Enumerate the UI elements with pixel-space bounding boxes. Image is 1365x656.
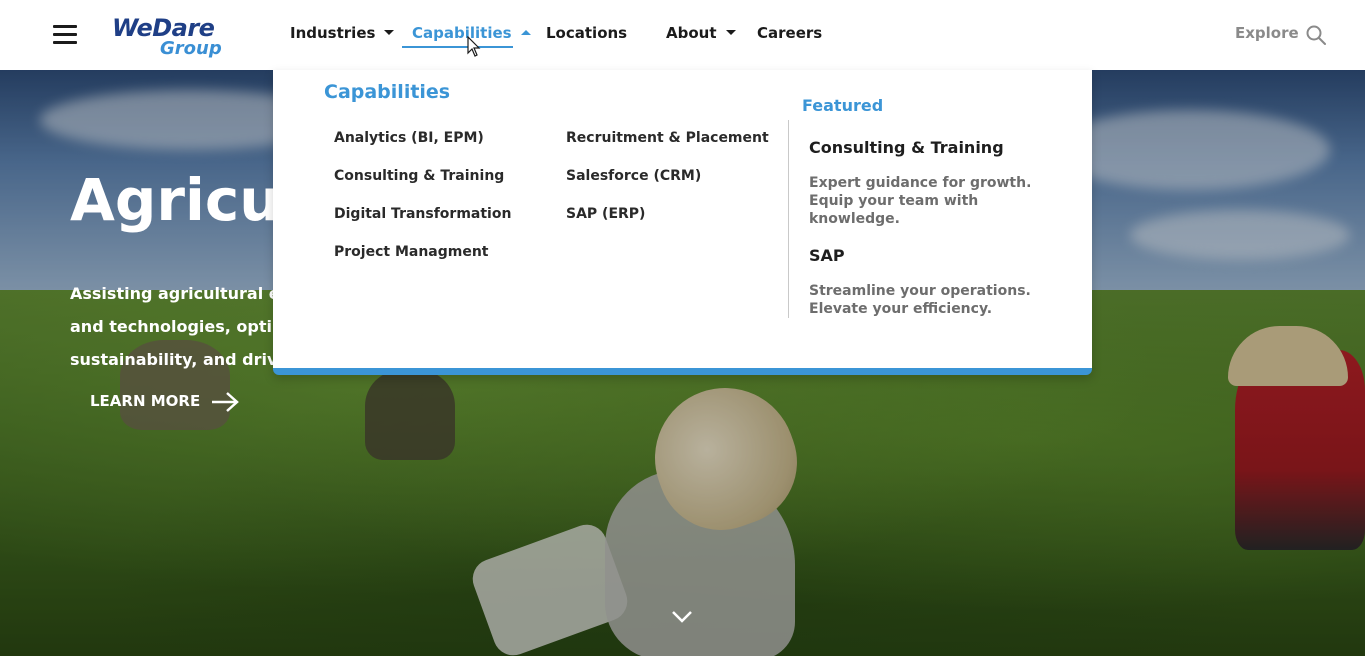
featured-description: Expert guidance for growth. Equip your t…: [809, 175, 1032, 227]
hero-text-line: and technologies, optim: [70, 317, 289, 336]
hero-text-line: Assisting agricultural er: [70, 284, 288, 303]
featured-description: Streamline your operations. Elevate your…: [809, 283, 1031, 317]
hero-description: Assisting agricultural er and technologi…: [70, 277, 289, 376]
caret-down-icon: [384, 30, 395, 35]
featured-title-consulting[interactable]: Consulting & Training: [809, 138, 1004, 157]
learn-more-button[interactable]: LEARN MORE: [90, 392, 200, 410]
capabilities-dropdown: Capabilities Analytics (BI, EPM) Consult…: [273, 70, 1092, 375]
featured-label: Featured: [802, 96, 884, 115]
explore-link[interactable]: Explore: [1235, 24, 1299, 42]
menu-icon[interactable]: [53, 25, 77, 45]
nav-active-underline: [402, 46, 513, 48]
logo-subtext: Group: [160, 38, 222, 59]
nav-item-label: Capabilities: [412, 24, 512, 42]
hero-text-line: sustainability, and drivi: [70, 350, 283, 369]
nav-item-label: Locations: [546, 24, 628, 42]
search-icon[interactable]: [1306, 25, 1326, 45]
nav-item-industries[interactable]: Industries: [290, 24, 395, 48]
dropdown-link-consulting[interactable]: Consulting & Training: [334, 168, 504, 184]
nav-item-label: About: [666, 24, 717, 42]
caret-down-icon: [725, 30, 736, 35]
logo[interactable]: WeDare Group: [112, 14, 232, 60]
dropdown-link-sap[interactable]: SAP (ERP): [566, 206, 645, 222]
nav-item-about[interactable]: About: [666, 24, 736, 48]
nav-item-locations[interactable]: Locations: [546, 24, 627, 48]
nav-item-label: Careers: [757, 24, 823, 42]
nav-item-careers[interactable]: Careers: [757, 24, 822, 48]
dropdown-link-project-management[interactable]: Project Managment: [334, 244, 489, 260]
dropdown-link-digital-transformation[interactable]: Digital Transformation: [334, 206, 511, 222]
dropdown-link-salesforce[interactable]: Salesforce (CRM): [566, 168, 701, 184]
nav-item-label: Industries: [290, 24, 376, 42]
arrow-right-icon[interactable]: [210, 391, 240, 413]
dropdown-link-recruitment[interactable]: Recruitment & Placement: [566, 130, 769, 146]
featured-title-sap[interactable]: SAP: [809, 246, 845, 265]
mouse-cursor-icon: [467, 36, 481, 57]
caret-up-icon: [520, 30, 531, 35]
dropdown-link-analytics[interactable]: Analytics (BI, EPM): [334, 130, 484, 146]
chevron-down-icon[interactable]: [671, 610, 693, 624]
site-header: WeDare Group Industries Capabilities Loc…: [0, 0, 1365, 70]
dropdown-heading: Capabilities: [324, 81, 451, 103]
dropdown-divider: [788, 120, 789, 318]
